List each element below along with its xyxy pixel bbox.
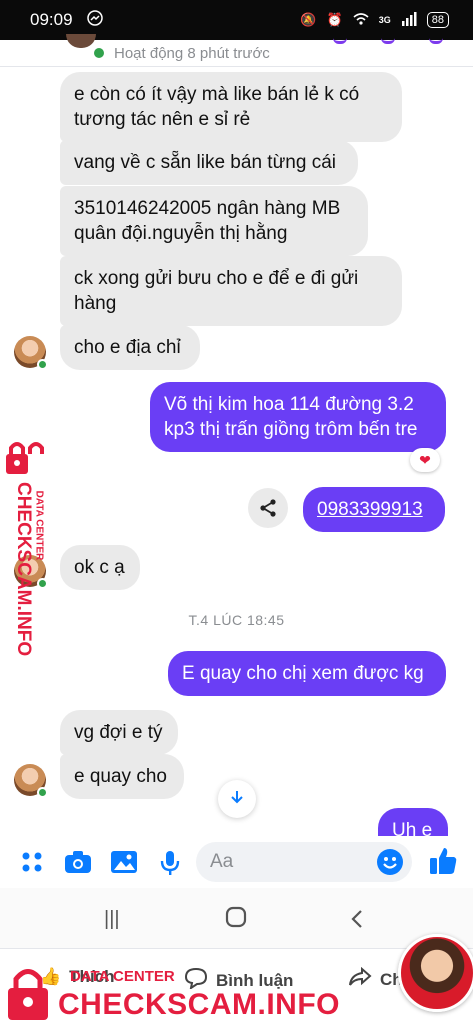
- image-icon[interactable]: [110, 850, 138, 879]
- scroll-down-button[interactable]: [218, 780, 256, 818]
- message-bubble[interactable]: cho e địa chỉ: [60, 325, 200, 370]
- online-dot: [37, 359, 48, 370]
- floating-avatar[interactable]: [398, 934, 473, 1012]
- thumbs-up-icon[interactable]: [428, 846, 458, 881]
- message-bubble[interactable]: vg đợi e tý: [60, 710, 178, 755]
- header-divider: [0, 66, 473, 67]
- status-time: 09:09: [30, 10, 73, 29]
- share-icon[interactable]: [248, 488, 288, 528]
- message-bubble[interactable]: e quay cho: [60, 754, 184, 799]
- header-avatar[interactable]: [66, 34, 96, 48]
- message-bubble-outgoing[interactable]: Võ thị kim hoa 114 đường 3.2 kp3 thị trấ…: [150, 382, 446, 452]
- online-dot: [37, 787, 48, 798]
- battery-indicator: 88: [426, 12, 449, 28]
- mute-icon: 🔕: [300, 12, 317, 27]
- watermark-sub: DATA CENTER: [33, 490, 45, 561]
- phone-link[interactable]: 0983399913: [303, 487, 445, 532]
- avatar[interactable]: [14, 336, 48, 370]
- call-icon[interactable]: [333, 34, 347, 44]
- avatar[interactable]: [14, 764, 48, 798]
- heart-icon[interactable]: ❤: [410, 448, 440, 472]
- system-nav-bar: |||: [0, 888, 473, 948]
- wifi-icon: [353, 12, 369, 29]
- chevron-down-icon: [229, 789, 245, 810]
- video-call-icon[interactable]: [381, 34, 395, 44]
- emoji-icon[interactable]: [376, 848, 404, 881]
- message-bubble[interactable]: e còn có ít vậy mà like bán lẻ k có tươn…: [60, 72, 402, 142]
- watermark-sub: DATA CENTER: [70, 968, 175, 985]
- alarm-icon: ⏰: [326, 12, 343, 27]
- camera-icon[interactable]: [64, 850, 92, 879]
- message-timestamp: T.4 LÚC 18:45: [188, 612, 285, 628]
- lock-icon: [6, 966, 52, 1024]
- share-arrow-icon: [348, 966, 372, 992]
- watermark-vertical: DATA CENTER CHECKSCAM.INFO: [0, 440, 52, 670]
- message-composer: Aa: [0, 836, 473, 888]
- message-bubble[interactable]: vang về c sẵn like bán từng cái: [60, 140, 358, 185]
- watermark-bottom: DATA CENTER CHECKSCAM.INFO: [0, 960, 340, 1024]
- message-bubble[interactable]: ok c ạ: [60, 545, 140, 590]
- watermark-main: CHECKSCAM.INFO: [58, 988, 340, 1021]
- home-button[interactable]: [225, 906, 247, 934]
- watermark-main: CHECKSCAM.INFO: [13, 482, 34, 657]
- message-bubble-outgoing[interactable]: E quay cho chị xem được kg: [168, 651, 446, 696]
- microphone-icon[interactable]: [160, 850, 180, 881]
- online-indicator: [94, 48, 104, 58]
- share-action[interactable]: Ch: [348, 966, 403, 992]
- lock-icon: [2, 440, 48, 481]
- info-icon[interactable]: [429, 34, 443, 44]
- recent-apps-button[interactable]: |||: [104, 908, 120, 931]
- back-button[interactable]: [350, 908, 364, 936]
- messenger-icon: [86, 9, 103, 31]
- message-bubble[interactable]: 3510146242005 ngân hàng MB quân đội.nguy…: [60, 186, 368, 256]
- menu-icon[interactable]: [20, 850, 44, 879]
- signal-icon: [401, 11, 417, 29]
- active-status: Hoạt động 8 phút trước: [114, 44, 270, 62]
- message-bubble[interactable]: ck xong gửi bưu cho e để e đi gửi hàng: [60, 256, 402, 326]
- network-type: 3G: [378, 15, 391, 25]
- conversation-header: Hoạt động 8 phút trước: [0, 34, 473, 66]
